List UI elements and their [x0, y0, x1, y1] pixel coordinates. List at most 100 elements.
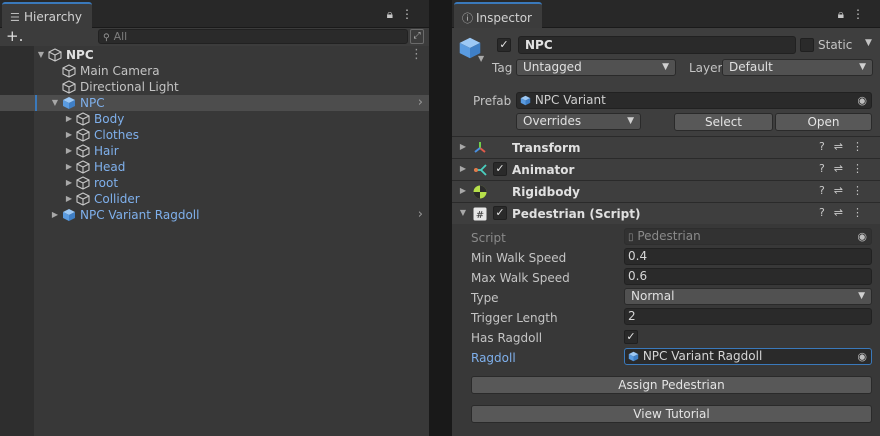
overrides-label: Overrides [523, 114, 582, 128]
hierarchy-row[interactable]: ▶ Hair [0, 143, 429, 159]
trigger-length-label[interactable]: Trigger Length [471, 311, 558, 325]
kebab-menu-icon[interactable]: ⋮ [852, 162, 872, 175]
static-dropdown-caret[interactable]: ▼ [865, 38, 872, 48]
trigger-length-field[interactable]: 2 [624, 308, 872, 325]
ragdoll-field[interactable]: NPC Variant Ragdoll ◉ [624, 348, 872, 365]
hierarchy-row-label: NPC [80, 96, 105, 110]
hierarchy-row[interactable]: ▶ root [0, 175, 429, 191]
script-value: Pedestrian [637, 229, 701, 243]
chevron-right-icon[interactable]: ▶ [64, 143, 74, 159]
hierarchy-search-input[interactable]: ⚲ All [98, 29, 408, 44]
chevron-down-icon[interactable]: ▼ [36, 47, 46, 63]
chevron-right-icon[interactable]: ▶ [64, 159, 74, 175]
icon-dropdown-caret[interactable]: ▼ [478, 54, 484, 63]
hierarchy-row[interactable]: ▶ Head [0, 159, 429, 175]
chevron-right-icon[interactable]: ▶ [64, 191, 74, 207]
hierarchy-row[interactable]: ▶ Collider [0, 191, 429, 207]
max-walk-speed-label[interactable]: Max Walk Speed [471, 271, 570, 285]
open-prefab-chevron-icon[interactable]: › [418, 95, 423, 111]
add-object-button[interactable]: +. [6, 28, 28, 46]
component-pedestrian-script[interactable]: ▼ # ✓ Pedestrian (Script) ?⇌⋮ [452, 202, 880, 224]
type-dropdown[interactable]: Normal ▼ [624, 288, 872, 305]
help-icon[interactable]: ? [819, 140, 834, 153]
chevron-right-icon[interactable]: ▶ [64, 127, 74, 143]
gameobject-cube-icon [76, 112, 90, 126]
prefab-cube-icon [628, 351, 639, 362]
gameobject-cube-icon [76, 192, 90, 206]
hierarchy-row-label: NPC Variant Ragdoll [80, 208, 200, 222]
chevron-right-icon[interactable]: ▶ [64, 175, 74, 191]
component-name: Animator [512, 163, 575, 177]
gameobject-cube-icon [62, 80, 76, 94]
svg-text:#: # [476, 210, 484, 221]
help-icon[interactable]: ? [819, 184, 834, 197]
presets-icon[interactable]: ⇌ [834, 184, 852, 197]
help-icon[interactable]: ? [819, 162, 834, 175]
object-picker-icon[interactable]: ◉ [857, 349, 867, 364]
chevron-right-icon[interactable]: ▶ [50, 207, 60, 223]
prefab-value: NPC Variant [534, 93, 606, 107]
component-name: Pedestrian (Script) [512, 207, 641, 221]
open-prefab-chevron-icon[interactable]: › [418, 207, 423, 223]
select-prefab-button[interactable]: Select [674, 113, 773, 131]
presets-icon[interactable]: ⇌ [834, 140, 852, 153]
animator-icon [474, 164, 487, 176]
component-tools: ?⇌⋮ [819, 184, 872, 197]
lock-icon[interactable]: 🔒︎ [387, 7, 401, 21]
kebab-menu-icon[interactable]: ⋮ [852, 7, 872, 21]
hierarchy-tab-tools: 🔒︎⋮ [387, 7, 421, 22]
unity-scene-icon [48, 48, 62, 62]
tag-dropdown[interactable]: Untagged ▼ [516, 59, 676, 76]
component-rigidbody[interactable]: ▶ Rigidbody ?⇌⋮ [452, 180, 880, 202]
prefab-asset-field[interactable]: NPC Variant ◉ [516, 92, 872, 109]
hierarchy-tab[interactable]: ☰ Hierarchy [2, 2, 93, 28]
has-ragdoll-checkbox[interactable]: ✓ [624, 330, 638, 344]
property-min-walk-speed: Min Walk Speed 0.4 [452, 248, 880, 268]
ragdoll-value: NPC Variant Ragdoll [642, 349, 763, 363]
component-animator[interactable]: ▶ ✓ Animator ?⇌⋮ [452, 158, 880, 180]
min-walk-speed-field[interactable]: 0.4 [624, 248, 872, 265]
min-walk-speed-label[interactable]: Min Walk Speed [471, 251, 566, 265]
scene-row[interactable]: ▼ NPC ⋮ [0, 47, 429, 63]
presets-icon[interactable]: ⇌ [834, 206, 852, 219]
enabled-checkbox[interactable]: ✓ [493, 162, 507, 176]
inspector-tab[interactable]: ⓘ Inspector [454, 2, 542, 28]
max-walk-speed-field[interactable]: 0.6 [624, 268, 872, 285]
active-checkbox[interactable]: ✓ [497, 38, 511, 52]
layer-label: Layer [689, 61, 723, 75]
kebab-menu-icon[interactable]: ⋮ [852, 140, 872, 153]
kebab-menu-icon[interactable]: ⋮ [852, 184, 872, 197]
hierarchy-row[interactable]: Directional Light [0, 79, 429, 95]
kebab-menu-icon[interactable]: ⋮ [401, 7, 421, 21]
static-checkbox[interactable] [800, 38, 814, 52]
chevron-right-icon: ▶ [459, 164, 467, 173]
view-tutorial-button[interactable]: View Tutorial [471, 405, 872, 423]
enabled-checkbox[interactable]: ✓ [493, 206, 507, 220]
kebab-menu-icon[interactable]: ⋮ [852, 206, 872, 219]
open-prefab-button[interactable]: Open [775, 113, 872, 131]
chevron-down-icon: ▼ [459, 208, 467, 217]
presets-icon[interactable]: ⇌ [834, 162, 852, 175]
assign-pedestrian-button[interactable]: Assign Pedestrian [471, 376, 872, 394]
overrides-dropdown[interactable]: Overrides ▼ [516, 113, 641, 130]
kebab-menu-icon[interactable]: ⋮ [410, 47, 423, 63]
lock-icon[interactable]: 🔒︎ [838, 7, 852, 21]
hierarchy-row[interactable]: ▶ NPC Variant Ragdoll › [0, 207, 429, 223]
layer-dropdown[interactable]: Default ▼ [722, 59, 873, 76]
chevron-right-icon[interactable]: ▶ [64, 111, 74, 127]
scene-picker-icon[interactable]: ⤢ [410, 29, 424, 44]
chevron-down-icon[interactable]: ▼ [50, 95, 60, 111]
object-name-field[interactable]: NPC [518, 36, 796, 54]
help-icon[interactable]: ? [819, 206, 834, 219]
transform-icon [474, 142, 486, 153]
hierarchy-row[interactable]: ▼ NPC › [0, 95, 429, 111]
chevron-down-icon: ▼ [627, 116, 634, 126]
component-transform[interactable]: ▶ Transform ?⇌⋮ [452, 136, 880, 158]
hierarchy-row[interactable]: Main Camera [0, 63, 429, 79]
object-picker-icon[interactable]: ◉ [857, 93, 867, 108]
hierarchy-row[interactable]: ▶ Clothes [0, 127, 429, 143]
component-tools: ?⇌⋮ [819, 162, 872, 175]
property-has-ragdoll: Has Ragdoll ✓ [452, 328, 880, 348]
prefab-cube-icon [520, 95, 531, 106]
hierarchy-row[interactable]: ▶ Body [0, 111, 429, 127]
